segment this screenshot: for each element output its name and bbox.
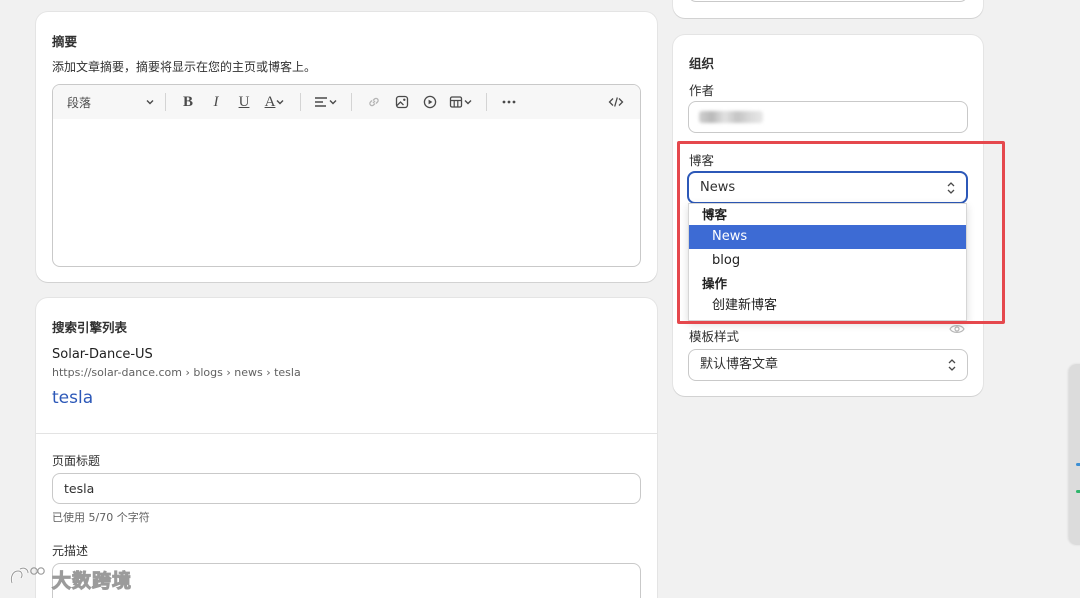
underline-button[interactable]: U: [232, 91, 256, 113]
seo-title: 搜索引擎列表: [52, 320, 128, 335]
chevron-down-icon: [275, 97, 285, 107]
toolbar-divider: [165, 93, 166, 111]
toolbar-divider: [486, 93, 487, 111]
dropdown-group-blog: 博客: [702, 207, 728, 222]
template-select-value: 默认博客文章: [700, 357, 779, 372]
blog-select[interactable]: News: [687, 171, 968, 204]
template-select[interactable]: 默认博客文章: [688, 349, 968, 381]
code-icon: [608, 95, 624, 109]
image-button[interactable]: [390, 91, 414, 113]
page-title-char-count: 已使用 5/70 个字符: [52, 511, 150, 524]
format-select-value: 段落: [67, 95, 92, 110]
seo-url: https://solar-dance.com › blogs › news ›…: [52, 366, 301, 379]
play-icon: [423, 95, 437, 109]
link-icon: [367, 95, 381, 109]
watermark: 大数跨境: [8, 565, 132, 593]
more-horizontal-icon: [501, 100, 517, 104]
organization-title: 组织: [689, 56, 715, 71]
toolbar-divider: [300, 93, 301, 111]
edge-indicator: [1076, 463, 1080, 466]
chevron-down-icon: [328, 97, 338, 107]
image-icon: [395, 95, 409, 109]
watermark-logo-icon: [8, 565, 48, 593]
bold-button[interactable]: B: [176, 91, 200, 113]
align-button[interactable]: [309, 91, 343, 113]
rich-text-editor[interactable]: 段落 B I U A: [52, 84, 641, 267]
seo-link-title: tesla: [52, 388, 94, 408]
top-stub-input[interactable]: [688, 0, 968, 2]
chevron-down-icon: [463, 97, 473, 107]
table-icon: [449, 95, 463, 109]
link-button[interactable]: [362, 91, 386, 113]
blog-select-value: News: [700, 180, 736, 195]
video-button[interactable]: [418, 91, 442, 113]
template-label: 模板样式: [689, 329, 740, 344]
edge-side-panel[interactable]: [1069, 364, 1080, 545]
page-title-label: 页面标题: [52, 454, 101, 468]
dropdown-option-blog[interactable]: blog: [689, 249, 966, 273]
table-button[interactable]: [444, 91, 478, 113]
select-arrows-icon: [946, 181, 956, 195]
dropdown-option-create-blog[interactable]: 创建新博客: [689, 294, 966, 318]
divider: [36, 433, 657, 434]
editor-toolbar: 段落 B I U A: [53, 85, 640, 119]
italic-button[interactable]: I: [204, 91, 228, 113]
dropdown-group-actions: 操作: [702, 276, 728, 291]
meta-description-input[interactable]: [52, 563, 641, 598]
toolbar-divider: [351, 93, 352, 111]
format-select[interactable]: 段落: [67, 91, 157, 113]
blog-label: 博客: [689, 153, 715, 168]
author-input[interactable]: [688, 101, 968, 133]
page-title-input[interactable]: tesla: [52, 473, 641, 504]
excerpt-card: 摘要 添加文章摘要，摘要将显示在您的主页或博客上。 段落 B I U A: [36, 12, 657, 282]
meta-description-label: 元描述: [52, 544, 89, 558]
excerpt-description: 添加文章摘要，摘要将显示在您的主页或博客上。: [52, 60, 317, 74]
chevron-down-icon: [145, 97, 155, 107]
top-stub-card: [673, 0, 983, 18]
seo-card: 搜索引擎列表 Solar-Dance-US https://solar-danc…: [36, 298, 657, 598]
align-left-icon: [314, 96, 328, 108]
select-arrows-icon: [947, 358, 957, 372]
author-value-blurred: [699, 111, 763, 123]
excerpt-title: 摘要: [52, 34, 78, 49]
code-view-button[interactable]: [604, 91, 628, 113]
edge-indicator: [1076, 490, 1080, 493]
text-color-label: A: [264, 93, 276, 110]
dropdown-option-news[interactable]: News: [689, 225, 966, 249]
watermark-text: 大数跨境: [51, 569, 133, 592]
author-label: 作者: [689, 83, 715, 98]
blog-dropdown-list: 博客 News blog 操作 创建新博客: [688, 203, 967, 321]
text-color-button[interactable]: A: [258, 91, 292, 113]
more-button[interactable]: [497, 91, 521, 113]
seo-store-name: Solar-Dance-US: [52, 347, 153, 362]
eye-icon[interactable]: [949, 323, 965, 339]
